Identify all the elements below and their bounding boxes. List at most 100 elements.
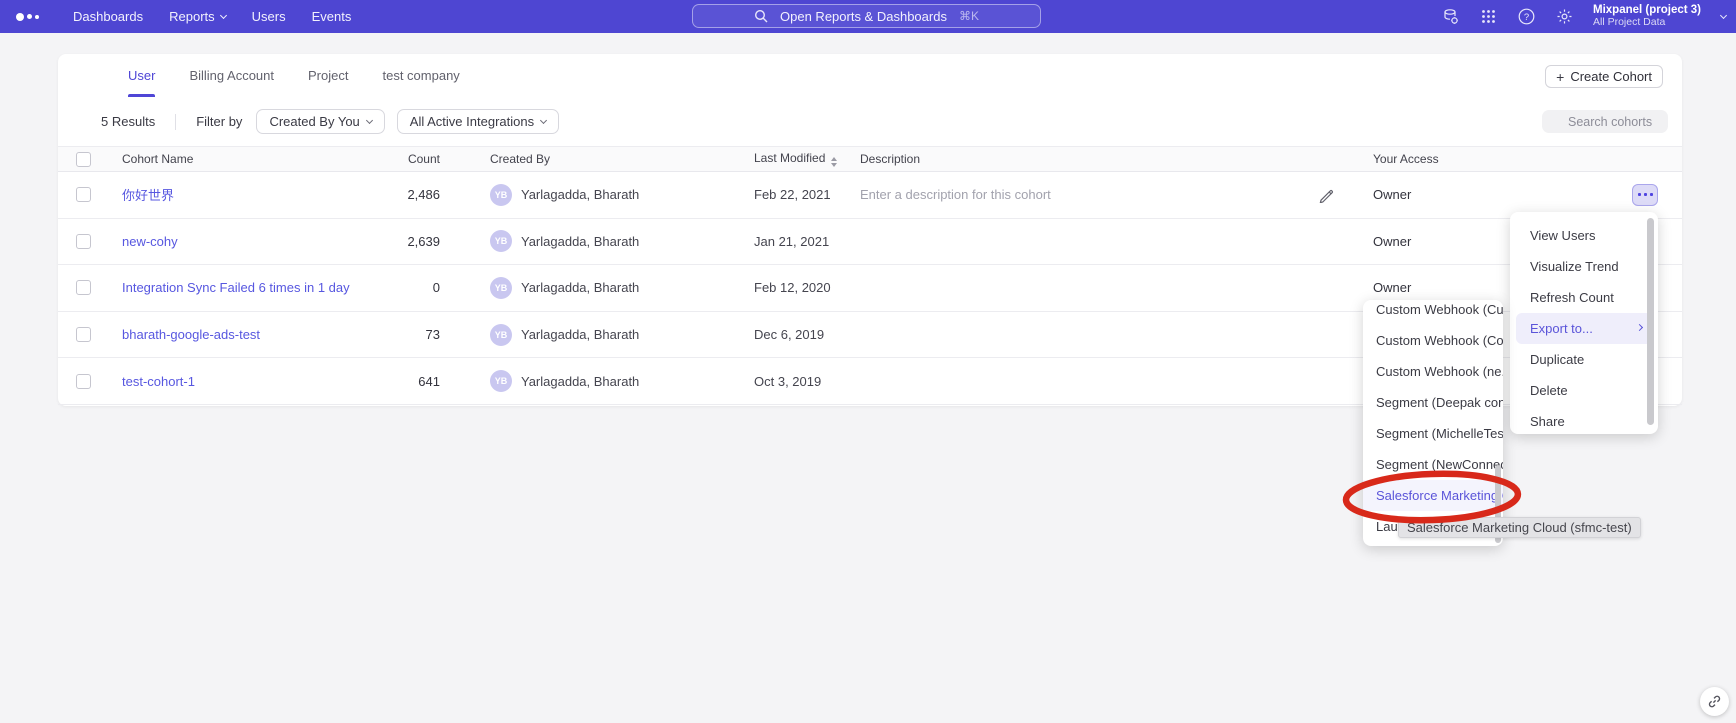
filter-bar: 5 Results Filter by Created By You All A…	[58, 97, 1682, 146]
menu-item-label: Export to...	[1530, 321, 1593, 336]
nav-label: Events	[312, 9, 352, 24]
svg-text:?: ?	[1523, 12, 1528, 23]
tab-user[interactable]: User	[128, 54, 155, 97]
last-modified-date: Feb 12, 2020	[754, 280, 831, 295]
nav-label: Users	[252, 9, 286, 24]
cohort-name-link[interactable]: bharath-google-ads-test	[122, 327, 260, 342]
table-row: 你好世界 2,486 YB Yarlagadda, Bharath Feb 22…	[58, 172, 1682, 219]
data-management-icon[interactable]	[1441, 8, 1459, 26]
last-modified-date: Dec 6, 2019	[754, 327, 824, 342]
cohort-count: 0	[400, 280, 440, 295]
divider	[175, 114, 176, 130]
mixpanel-logo-icon[interactable]	[16, 13, 50, 21]
search-cohorts-input[interactable]	[1542, 110, 1668, 133]
tab-test-company[interactable]: test company	[382, 54, 459, 97]
menu-item-delete[interactable]: Delete	[1510, 375, 1658, 406]
header-cohort-name[interactable]: Cohort Name	[105, 152, 400, 166]
project-scope: All Project Data	[1593, 17, 1701, 29]
nav-item-users[interactable]: Users	[239, 0, 299, 33]
access-value: Owner	[1373, 187, 1626, 202]
avatar: YB	[490, 370, 512, 392]
link-icon	[1707, 694, 1722, 709]
menu-item-export-to[interactable]: Export to...	[1516, 313, 1652, 344]
apps-grid-icon[interactable]	[1479, 8, 1497, 26]
created-by-name: Yarlagadda, Bharath	[521, 187, 639, 202]
row-checkbox[interactable]	[76, 187, 91, 202]
help-icon[interactable]: ?	[1517, 8, 1535, 26]
cohort-count: 2,639	[400, 234, 440, 249]
filter-by-label: Filter by	[196, 114, 242, 129]
submenu-item-segment-newconnec[interactable]: Segment (NewConnec...	[1363, 449, 1503, 480]
avatar: YB	[490, 230, 512, 252]
submenu-item-segment-deepak[interactable]: Segment (Deepak con...	[1363, 387, 1503, 418]
sort-icon	[831, 157, 837, 167]
tab-billing-account[interactable]: Billing Account	[189, 54, 274, 97]
row-actions-button[interactable]	[1632, 184, 1658, 206]
chevron-down-icon	[366, 116, 373, 123]
select-all-checkbox[interactable]	[76, 152, 91, 167]
last-modified-date: Oct 3, 2019	[754, 374, 821, 389]
submenu-item-segment-michelle[interactable]: Segment (MichelleTest)	[1363, 418, 1503, 449]
integrations-filter[interactable]: All Active Integrations	[397, 109, 559, 134]
avatar: YB	[490, 324, 512, 346]
share-link-button[interactable]	[1700, 687, 1729, 716]
top-nav: Dashboards Reports Users Events Open Rep…	[0, 0, 1736, 33]
table-header: Cohort Name Count Created By Last Modifi…	[58, 146, 1682, 172]
cohort-tabs: User Billing Account Project test compan…	[58, 54, 1682, 97]
submenu-item-custom-webhook-2[interactable]: Custom Webhook (Co...	[1363, 325, 1503, 356]
menu-item-duplicate[interactable]: Duplicate	[1510, 344, 1658, 375]
cohort-name-link[interactable]: Integration Sync Failed 6 times in 1 day	[122, 280, 350, 295]
keyboard-shortcut: ⌘K	[959, 9, 979, 23]
header-description[interactable]: Description	[860, 152, 1318, 166]
menu-item-share[interactable]: Share	[1510, 406, 1658, 437]
last-modified-date: Feb 22, 2021	[754, 187, 831, 202]
global-search-button[interactable]: Open Reports & Dashboards ⌘K	[692, 4, 1041, 28]
submenu-item-custom-webhook-1[interactable]: Custom Webhook (Cu...	[1363, 300, 1503, 325]
created-by-name: Yarlagadda, Bharath	[521, 280, 639, 295]
submenu-item-custom-webhook-3[interactable]: Custom Webhook (ne...	[1363, 356, 1503, 387]
create-cohort-label: Create Cohort	[1570, 69, 1652, 84]
nav-item-reports[interactable]: Reports	[156, 0, 239, 33]
cohort-name-link[interactable]: new-cohy	[122, 234, 178, 249]
avatar: YB	[490, 184, 512, 206]
description-placeholder[interactable]: Enter a description for this cohort	[860, 187, 1051, 202]
menu-item-refresh-count[interactable]: Refresh Count	[1510, 282, 1658, 313]
tab-project[interactable]: Project	[308, 54, 348, 97]
cohort-count: 641	[400, 374, 440, 389]
integrations-filter-label: All Active Integrations	[410, 114, 534, 129]
created-by-name: Yarlagadda, Bharath	[521, 234, 639, 249]
created-by-filter[interactable]: Created By You	[256, 109, 384, 134]
nav-label: Reports	[169, 9, 215, 24]
last-modified-date: Jan 21, 2021	[754, 234, 829, 249]
menu-scrollbar[interactable]	[1647, 218, 1654, 425]
row-checkbox[interactable]	[76, 374, 91, 389]
plus-icon: +	[1556, 70, 1564, 84]
menu-item-visualize-trend[interactable]: Visualize Trend	[1510, 251, 1658, 282]
chevron-down-icon	[220, 11, 227, 18]
edit-pencil-icon[interactable]	[1318, 187, 1334, 203]
chevron-down-icon	[540, 116, 547, 123]
menu-item-view-users[interactable]: View Users	[1510, 220, 1658, 251]
created-by-filter-label: Created By You	[269, 114, 359, 129]
row-checkbox[interactable]	[76, 280, 91, 295]
avatar: YB	[490, 277, 512, 299]
row-checkbox[interactable]	[76, 327, 91, 342]
created-by-name: Yarlagadda, Bharath	[521, 327, 639, 342]
nav-item-dashboards[interactable]: Dashboards	[60, 0, 156, 33]
header-last-modified[interactable]: Last Modified	[753, 151, 860, 167]
create-cohort-button[interactable]: + Create Cohort	[1545, 65, 1663, 88]
header-created-by[interactable]: Created By	[440, 152, 753, 166]
cohort-name-link[interactable]: test-cohort-1	[122, 374, 195, 389]
settings-gear-icon[interactable]	[1555, 8, 1573, 26]
cohort-name-link[interactable]: 你好世界	[122, 188, 174, 203]
submenu-item-salesforce-marketing-cloud[interactable]: Salesforce Marketing C...	[1363, 480, 1503, 511]
cohort-count: 2,486	[400, 187, 440, 202]
header-count[interactable]: Count	[400, 152, 440, 166]
chevron-down-icon[interactable]	[1720, 11, 1727, 18]
results-count: 5 Results	[101, 114, 155, 129]
header-your-access[interactable]: Your Access	[1373, 152, 1626, 166]
project-switcher[interactable]: Mixpanel (project 3) All Project Data	[1593, 4, 1701, 28]
row-checkbox[interactable]	[76, 234, 91, 249]
header-label: Created By	[490, 152, 550, 166]
nav-item-events[interactable]: Events	[299, 0, 365, 33]
